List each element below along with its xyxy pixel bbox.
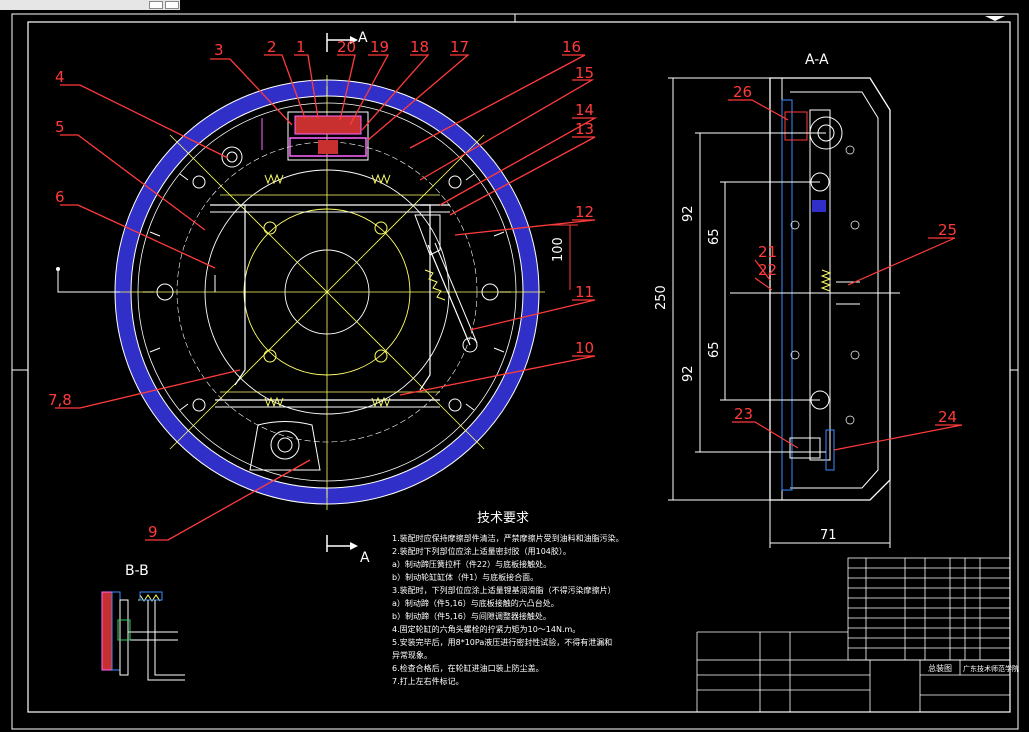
dim-250: 250 — [654, 285, 669, 310]
part-label: 2 — [267, 38, 277, 56]
part-label: 21 — [758, 243, 777, 261]
section-mark-top: A — [358, 30, 368, 46]
part-label: 6 — [55, 188, 65, 206]
part-label: 16 — [562, 38, 581, 56]
view-bb-title: B-B — [125, 563, 149, 579]
dim-92-bottom: 92 — [681, 365, 696, 382]
tech-line: 5.安装完毕后，用8*10Pa液压进行密封性试验，不得有泄漏和 — [392, 637, 612, 647]
part-label: 15 — [575, 64, 594, 82]
part-label: 11 — [575, 283, 594, 301]
part-label: 20 — [337, 38, 356, 56]
part-label: 24 — [938, 408, 957, 426]
drawing-canvas: A A 1 2 3 4 5 6 7,8 9 10 11 12 13 14 15 … — [11, 13, 1019, 730]
part-label: 7,8 — [48, 391, 72, 409]
part-label: 1 — [296, 38, 306, 56]
dim-65-top: 65 — [707, 228, 722, 245]
part-label: 14 — [575, 101, 594, 119]
dim-92-top: 92 — [681, 205, 696, 222]
tech-line: 6.检查合格后，在轮缸进油口装上防尘盖。 — [392, 663, 544, 673]
tech-line: a）制动蹄压簧拉杆（件22）与底板接触处。 — [392, 559, 551, 569]
tech-title: 技术要求 — [477, 511, 529, 526]
part-label: 17 — [450, 38, 469, 56]
tech-line: 异常现象。 — [392, 650, 432, 660]
window-strip — [0, 0, 180, 10]
close-icon[interactable] — [165, 1, 179, 9]
tech-line: 2.装配时下列部位应涂上适量密封胶（用104胶）。 — [392, 546, 571, 556]
part-label: 25 — [938, 221, 957, 239]
restore-icon[interactable] — [149, 1, 163, 9]
parts-list — [847, 557, 1011, 661]
part-label: 19 — [370, 38, 389, 56]
part-label: 13 — [575, 120, 594, 138]
tech-line: a）制动蹄（件5,16）与底板接触的六凸台处。 — [392, 598, 559, 608]
section-mark-bottom: A — [360, 550, 370, 566]
view-aa-title: A-A — [805, 52, 829, 68]
unit-name: 广东技术师范学院 — [963, 664, 1019, 673]
dim-65-bottom: 65 — [707, 341, 722, 358]
part-label: 22 — [758, 261, 777, 279]
part-label: 4 — [55, 68, 65, 86]
part-label: 9 — [148, 523, 158, 541]
section-bb-view: B-B — [101, 563, 185, 681]
part-label: 18 — [410, 38, 429, 56]
front-view: A A — [56, 30, 545, 566]
dim-100: 100 — [551, 237, 566, 262]
section-aa-view: A-A 250 92 65 65 92 71 26 21 22 23 24 25 — [654, 52, 963, 548]
part-label: 10 — [575, 339, 594, 357]
tech-line: 4.固定轮缸的六角头螺栓的拧紧力矩为10～14N.m。 — [392, 624, 580, 634]
part-label: 23 — [734, 405, 753, 423]
tech-requirements: 技术要求 1.装配时应保持摩擦部件清洁，严禁摩擦片受到油料和油脂污染。 2.装配… — [392, 511, 624, 686]
part-label: 5 — [55, 118, 65, 136]
tech-line: 1.装配时应保持摩擦部件清洁，严禁摩擦片受到油料和油脂污染。 — [392, 533, 624, 543]
drawing-name: 总装图 — [928, 663, 952, 673]
tech-line: 7.打上左右件标记。 — [392, 676, 464, 686]
part-label: 3 — [214, 41, 224, 59]
tech-line: 3.装配时，下列部位应涂上适量锂基润滑脂（不得污染摩擦片） — [392, 585, 616, 595]
tech-line: b）制动轮缸缸体（件1）与底板接合面。 — [392, 572, 538, 582]
tech-line: b）制动蹄（件5,16）与间隙调整器接触处。 — [392, 611, 551, 621]
part-label: 12 — [575, 203, 594, 221]
part-label: 26 — [733, 83, 752, 101]
dim-71: 71 — [820, 528, 837, 543]
